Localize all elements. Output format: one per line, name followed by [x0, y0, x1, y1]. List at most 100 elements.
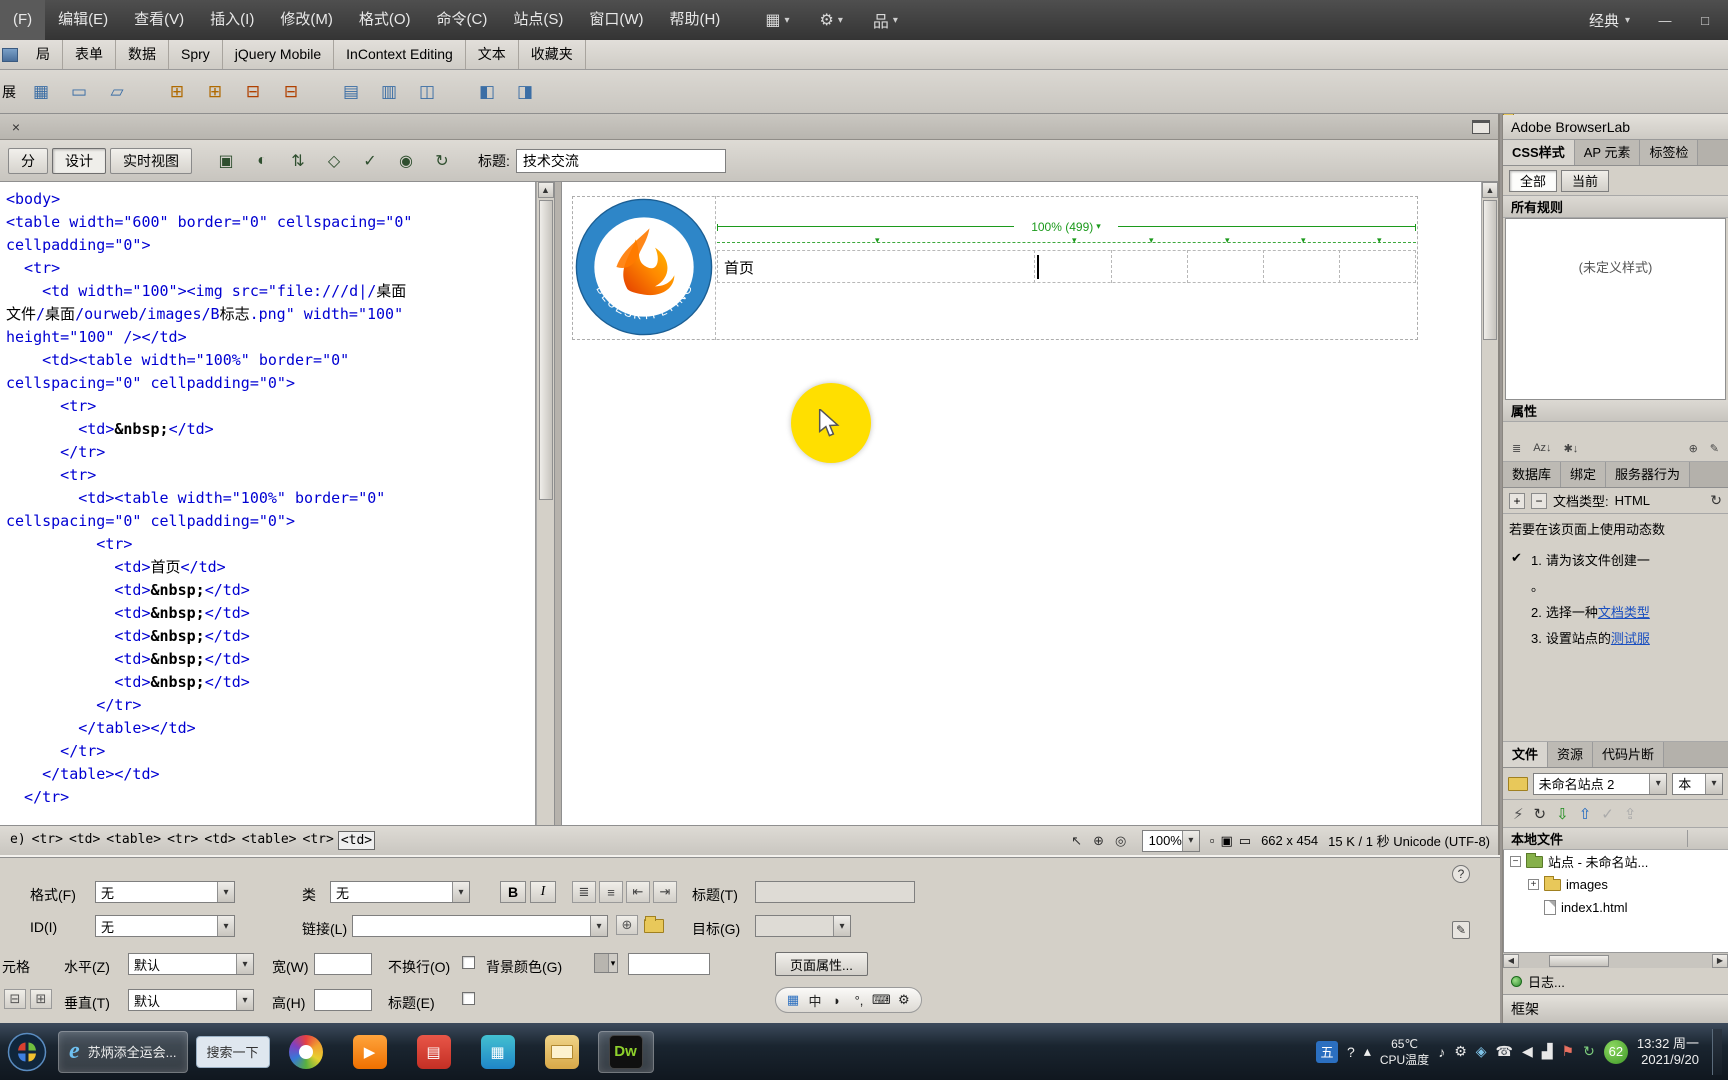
page-properties-button[interactable]: 页面属性... [775, 952, 868, 976]
capture-tool-app[interactable] [470, 1031, 526, 1073]
refresh-design-icon[interactable]: ↻ [428, 148, 456, 174]
format-select[interactable]: 无 [95, 881, 235, 903]
menu-item-2[interactable]: 查看(V) [121, 0, 197, 40]
minimize-button[interactable]: — [1652, 10, 1678, 30]
standard-table-mode-icon[interactable]: ▤ [336, 78, 366, 106]
checkin-files-icon[interactable]: ⇪ [1624, 805, 1637, 823]
code-line-23[interactable]: </table></td> [6, 717, 535, 740]
tag-selector-item[interactable]: e) [8, 831, 28, 850]
menu-item-8[interactable]: 窗口(W) [576, 0, 656, 40]
design-view[interactable]: BLUESKYFLYING 100% (499) ▾ ▾ ▾ ▾ ▾ ▾ 首页 ▲ [562, 182, 1498, 825]
add-behavior-icon[interactable]: + [1509, 492, 1525, 509]
code-line-8[interactable]: cellspacing="0" cellpadding="0"> [6, 372, 535, 395]
tag-selector-item[interactable]: <tr> [30, 831, 65, 850]
frame-left-icon[interactable]: ◧ [472, 78, 502, 106]
code-line-16[interactable]: <td>首页</td> [6, 556, 535, 579]
frame-right-icon[interactable]: ◨ [510, 78, 540, 106]
italic-button[interactable]: I [530, 881, 556, 903]
file-management-icon[interactable]: ⇅ [284, 148, 312, 174]
insert-tab-6[interactable]: 文本 [466, 40, 519, 69]
site-select[interactable]: 未命名站点 2 [1532, 772, 1668, 795]
tab-server-0[interactable]: 数据库 [1503, 462, 1562, 487]
local-files-header[interactable]: 本地文件 [1503, 828, 1728, 850]
code-view[interactable]: <body> <table width="600" border="0" cell… [0, 182, 536, 825]
code-line-4[interactable]: <td width="100"><img src="file:///d|/桌面 [6, 280, 535, 303]
network-tray-icon[interactable]: ▟ [1542, 1043, 1553, 1060]
layout-grid-icon[interactable]: ▦ ▾ [759, 4, 795, 36]
bg-color-well[interactable] [594, 953, 618, 973]
site-structure-icon[interactable]: 品 ▾ [867, 4, 904, 36]
insert-tab-0[interactable]: 局 [24, 40, 63, 69]
scrollbar-thumb[interactable] [1549, 954, 1609, 967]
help-icon[interactable]: ? [1452, 865, 1470, 883]
ordered-list-icon[interactable]: ≡ [599, 881, 623, 903]
search-box-button[interactable]: 搜索一下 [195, 1035, 270, 1068]
all-rules-button[interactable]: 全部 [1509, 169, 1558, 192]
tag-selector-item[interactable]: <td> [202, 831, 237, 850]
get-files-icon[interactable]: ⇩ [1556, 805, 1569, 823]
multiscreen-preview-icon[interactable]: ▣ [212, 148, 240, 174]
unordered-list-icon[interactable]: ≣ [572, 881, 596, 903]
checkout-files-icon[interactable]: ✓ [1601, 805, 1614, 823]
ime-punctuation-icon[interactable]: °, [850, 991, 868, 1009]
view-design-button[interactable]: 设计 [52, 147, 106, 174]
code-line-19[interactable]: <td>&nbsp;</td> [6, 625, 535, 648]
extensions-gear-icon[interactable]: ⚙ ▾ [813, 4, 848, 36]
code-line-10[interactable]: <td>&nbsp;</td> [6, 418, 535, 441]
code-line-17[interactable]: <td>&nbsp;</td> [6, 579, 535, 602]
id-select[interactable]: 无 [95, 915, 235, 937]
code-design-splitter[interactable] [554, 182, 562, 825]
code-line-5[interactable]: 文件/桌面/ourweb/images/B标志.png" width="100" [6, 303, 535, 326]
tag-selector-item[interactable]: <td> [337, 831, 376, 850]
scroll-up-icon[interactable]: ▲ [1482, 182, 1498, 198]
monitor-size-icon[interactable]: ▣ [1220, 833, 1232, 849]
insert-tab-7[interactable]: 收藏夹 [519, 40, 586, 69]
tree-expander-icon[interactable]: − [1510, 856, 1521, 867]
browse-folder-icon[interactable] [644, 916, 664, 933]
code-line-22[interactable]: </tr> [6, 694, 535, 717]
vertical-select[interactable]: 默认 [128, 989, 254, 1011]
scrollbar-thumb[interactable] [538, 200, 553, 500]
point-to-file-icon[interactable]: ⊕ [616, 915, 638, 935]
phone-tray-icon[interactable]: ☎ [1496, 1043, 1513, 1060]
tag-selector-item[interactable]: <table> [104, 831, 163, 850]
start-button[interactable] [4, 1029, 50, 1075]
design-scrollbar[interactable]: ▲ [1481, 182, 1498, 825]
column-width-caret-icon[interactable]: ▾ [1377, 235, 1382, 246]
ime-keyboard-icon[interactable]: ⌨ [872, 991, 891, 1009]
code-line-18[interactable]: <td>&nbsp;</td> [6, 602, 535, 625]
view-live-button[interactable]: 实时视图 [110, 147, 192, 174]
refresh-icon[interactable]: ↻ [1710, 492, 1722, 509]
code-line-14[interactable]: cellspacing="0" cellpadding="0"> [6, 510, 535, 533]
css-rules-list[interactable]: (未定义样式) [1505, 218, 1726, 400]
tag-selector-item[interactable]: <tr> [301, 831, 336, 850]
show-desktop-button[interactable] [1712, 1028, 1722, 1075]
scroll-left-icon[interactable]: ◀ [1503, 953, 1519, 968]
current-rule-button[interactable]: 当前 [1561, 169, 1610, 192]
column-width-caret-icon[interactable]: ▾ [875, 235, 880, 246]
column-width-caret-icon[interactable]: ▾ [1149, 235, 1154, 246]
class-select[interactable]: 无 [330, 881, 470, 903]
taskbar-clock[interactable]: 13:32 周一 2021/9/20 [1637, 1036, 1699, 1068]
preview-in-browser-icon[interactable]: ◐ [248, 148, 276, 174]
frames-panel-header[interactable]: 框架 [1503, 994, 1728, 1023]
media-red-app[interactable] [406, 1031, 462, 1073]
tab-files-1[interactable]: 资源 [1548, 742, 1594, 767]
view-split-button[interactable]: 分 [8, 147, 48, 174]
tree-item[interactable]: − 站点 - 未命名站... [1504, 850, 1728, 873]
menu-item-4[interactable]: 修改(M) [267, 0, 346, 40]
merge-cells-icon[interactable]: ⊟ [4, 989, 26, 1009]
indent-icon[interactable]: ⇥ [653, 881, 677, 903]
tab-server-2[interactable]: 服务器行为 [1606, 462, 1691, 487]
sync-tray-icon[interactable]: ↻ [1583, 1043, 1595, 1060]
code-line-20[interactable]: <td>&nbsp;</td> [6, 648, 535, 671]
browserlab-panel-header[interactable]: Adobe BrowserLab [1503, 114, 1728, 140]
menu-item-3[interactable]: 插入(I) [197, 0, 267, 40]
microphone-tray-icon[interactable]: ♪ [1438, 1044, 1445, 1060]
dreamweaver-app[interactable]: Dw [597, 1030, 654, 1073]
tree-item[interactable]: + images [1504, 873, 1728, 896]
column-width-caret-icon[interactable]: ▾ [1301, 235, 1306, 246]
folder-app[interactable] [534, 1031, 590, 1073]
code-line-6[interactable]: height="100" /></td> [6, 326, 535, 349]
show-list-view-icon[interactable]: Az↓ [1530, 440, 1554, 457]
